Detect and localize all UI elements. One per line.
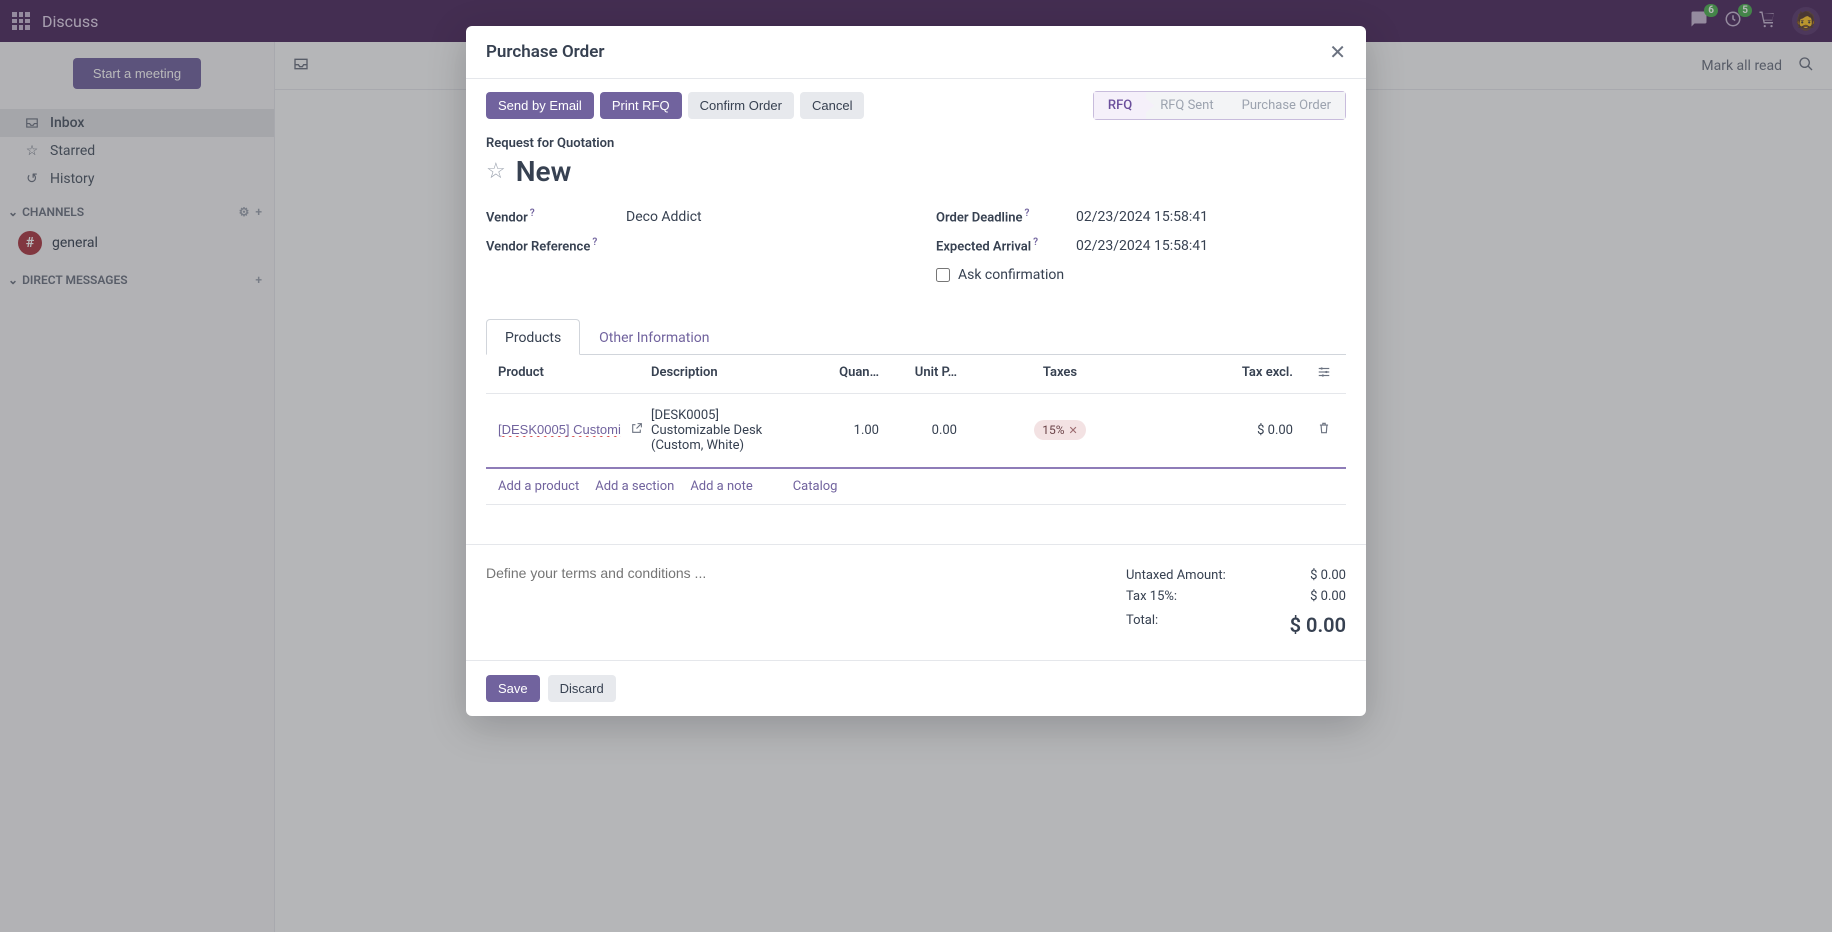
help-icon[interactable]: ? <box>530 208 535 219</box>
deadline-label: Order Deadline <box>936 210 1023 225</box>
send-email-button[interactable]: Send by Email <box>486 92 594 119</box>
th-taxes: Taxes <box>965 365 1155 383</box>
vendor-label: Vendor <box>486 210 528 225</box>
status-bar: RFQ RFQ Sent Purchase Order <box>1093 91 1346 120</box>
add-product-link[interactable]: Add a product <box>498 479 579 494</box>
total-value: $ 0.00 <box>1290 613 1346 637</box>
cell-unit-price[interactable]: 0.00 <box>887 423 957 438</box>
tab-other-info[interactable]: Other Information <box>580 319 728 355</box>
save-button[interactable]: Save <box>486 675 540 702</box>
help-icon[interactable]: ? <box>592 237 597 248</box>
product-input[interactable] <box>498 422 626 438</box>
add-note-link[interactable]: Add a note <box>690 479 752 494</box>
status-rfq-sent[interactable]: RFQ Sent <box>1146 92 1227 119</box>
catalog-link[interactable]: Catalog <box>793 479 838 494</box>
status-rfq[interactable]: RFQ <box>1094 92 1146 119</box>
close-icon[interactable]: ✕ <box>1329 40 1346 64</box>
external-link-icon[interactable] <box>630 422 643 439</box>
vendor-field: Vendor? Deco Addict <box>486 208 896 225</box>
tax15-value: $ 0.00 <box>1310 589 1346 604</box>
confirm-order-button[interactable]: Confirm Order <box>688 92 794 119</box>
th-description: Description <box>651 365 801 383</box>
tab-products[interactable]: Products <box>486 319 580 355</box>
deadline-field: Order Deadline? 02/23/2024 15:58:41 <box>936 208 1346 225</box>
tax15-label: Tax 15%: <box>1126 589 1177 604</box>
status-purchase-order[interactable]: Purchase Order <box>1228 92 1345 119</box>
tab-bar: Products Other Information <box>486 319 1346 355</box>
ask-confirmation-field[interactable]: Ask confirmation <box>936 267 1346 283</box>
th-quantity: Quan… <box>809 365 879 383</box>
th-unit-price: Unit P… <box>887 365 957 383</box>
favorite-star-icon[interactable]: ☆ <box>486 159 506 184</box>
vendor-ref-label: Vendor Reference <box>486 240 590 255</box>
cell-taxes[interactable]: 15% ✕ <box>965 420 1155 440</box>
cancel-button[interactable]: Cancel <box>800 92 864 119</box>
arrival-field: Expected Arrival? 02/23/2024 15:58:41 <box>936 237 1346 254</box>
totals-block: Untaxed Amount: $ 0.00 Tax 15%: $ 0.00 T… <box>1126 565 1346 640</box>
untaxed-value: $ 0.00 <box>1310 568 1346 583</box>
ask-confirmation-label: Ask confirmation <box>958 267 1064 283</box>
cell-description[interactable]: [DESK0005] Customizable Desk (Custom, Wh… <box>651 408 801 453</box>
total-label: Total: <box>1126 613 1158 637</box>
help-icon[interactable]: ? <box>1033 237 1038 248</box>
modal-title: Purchase Order <box>486 42 604 62</box>
tax-label: 15% <box>1042 423 1064 437</box>
vendor-ref-field: Vendor Reference? <box>486 237 896 254</box>
purchase-order-modal: Purchase Order ✕ Send by Email Print RFQ… <box>466 26 1366 716</box>
arrival-value[interactable]: 02/23/2024 15:58:41 <box>1076 238 1208 254</box>
terms-input[interactable] <box>486 565 1096 581</box>
th-tax-excl: Tax excl. <box>1163 365 1293 383</box>
cell-quantity[interactable]: 1.00 <box>809 423 879 438</box>
rfq-title: New <box>516 155 572 188</box>
tax-chip: 15% ✕ <box>1034 420 1086 440</box>
untaxed-label: Untaxed Amount: <box>1126 568 1226 583</box>
ask-confirmation-checkbox[interactable] <box>936 268 950 282</box>
th-product: Product <box>498 365 643 383</box>
vendor-value[interactable]: Deco Addict <box>626 209 702 225</box>
deadline-value[interactable]: 02/23/2024 15:58:41 <box>1076 209 1208 225</box>
print-rfq-button[interactable]: Print RFQ <box>600 92 682 119</box>
rfq-sublabel: Request for Quotation <box>486 136 1346 151</box>
add-section-link[interactable]: Add a section <box>595 479 674 494</box>
tax-remove-icon[interactable]: ✕ <box>1069 424 1078 437</box>
help-icon[interactable]: ? <box>1025 208 1030 219</box>
arrival-label: Expected Arrival <box>936 240 1031 255</box>
cell-tax-excl: $ 0.00 <box>1163 423 1293 438</box>
discard-button[interactable]: Discard <box>548 675 616 702</box>
table-row: [DESK0005] Customizable Desk (Custom, Wh… <box>486 394 1346 469</box>
delete-row-icon[interactable] <box>1301 421 1331 439</box>
modal-overlay: Purchase Order ✕ Send by Email Print RFQ… <box>0 0 1832 932</box>
table-header: Product Description Quan… Unit P… Taxes … <box>486 355 1346 394</box>
column-settings-icon[interactable] <box>1301 365 1331 383</box>
